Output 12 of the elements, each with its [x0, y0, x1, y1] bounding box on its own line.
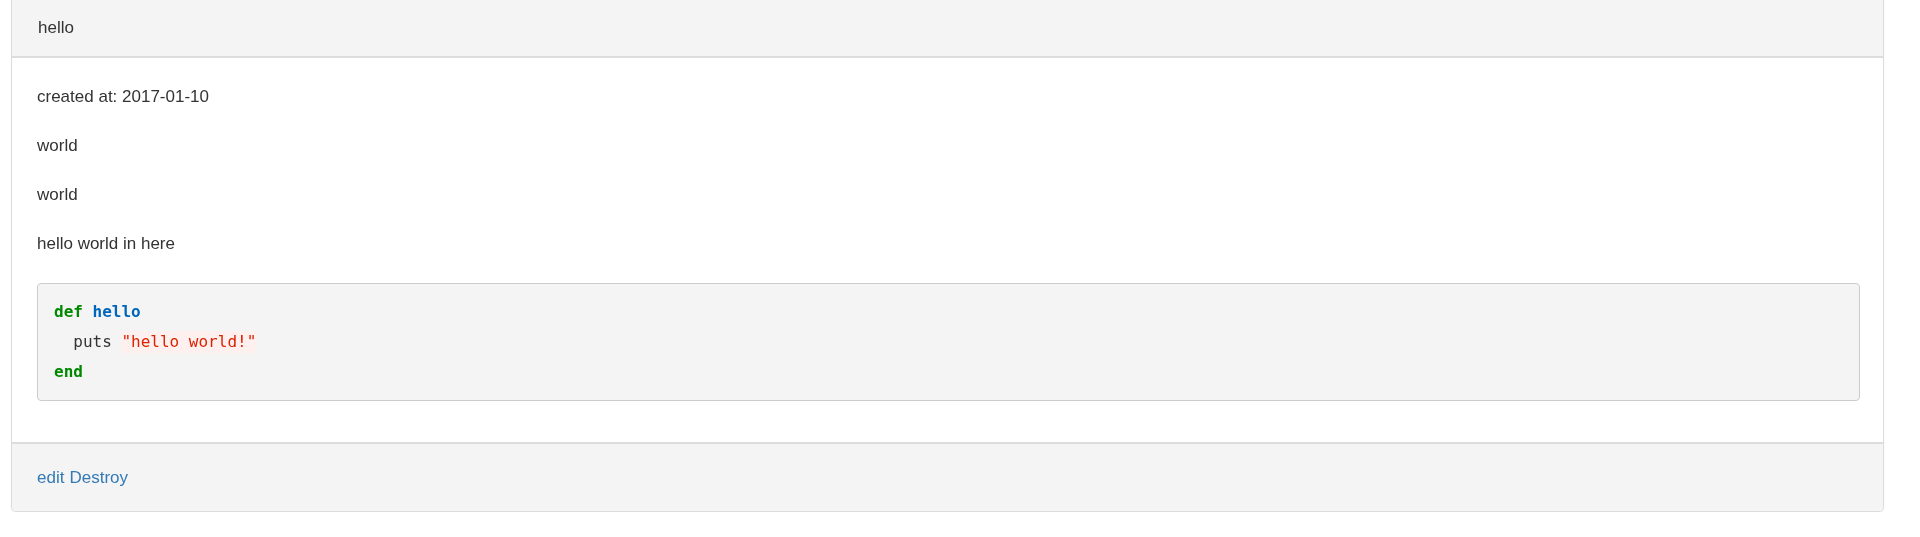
code-keyword: end — [54, 361, 83, 383]
text-line: created at: 2017-01-10 — [37, 87, 210, 106]
text-line: world — [37, 136, 79, 155]
text-line: world — [37, 185, 79, 204]
text-line: hello world in here — [37, 234, 176, 253]
code-name: hello — [92, 301, 141, 323]
code-string: "hello world!" — [121, 331, 257, 353]
footer-link[interactable]: Destroy — [69, 467, 128, 488]
code-keyword: def — [54, 301, 83, 323]
panel-title: hello — [38, 18, 74, 38]
code-text: puts — [72, 331, 112, 353]
footer-link[interactable]: edit — [37, 467, 65, 488]
